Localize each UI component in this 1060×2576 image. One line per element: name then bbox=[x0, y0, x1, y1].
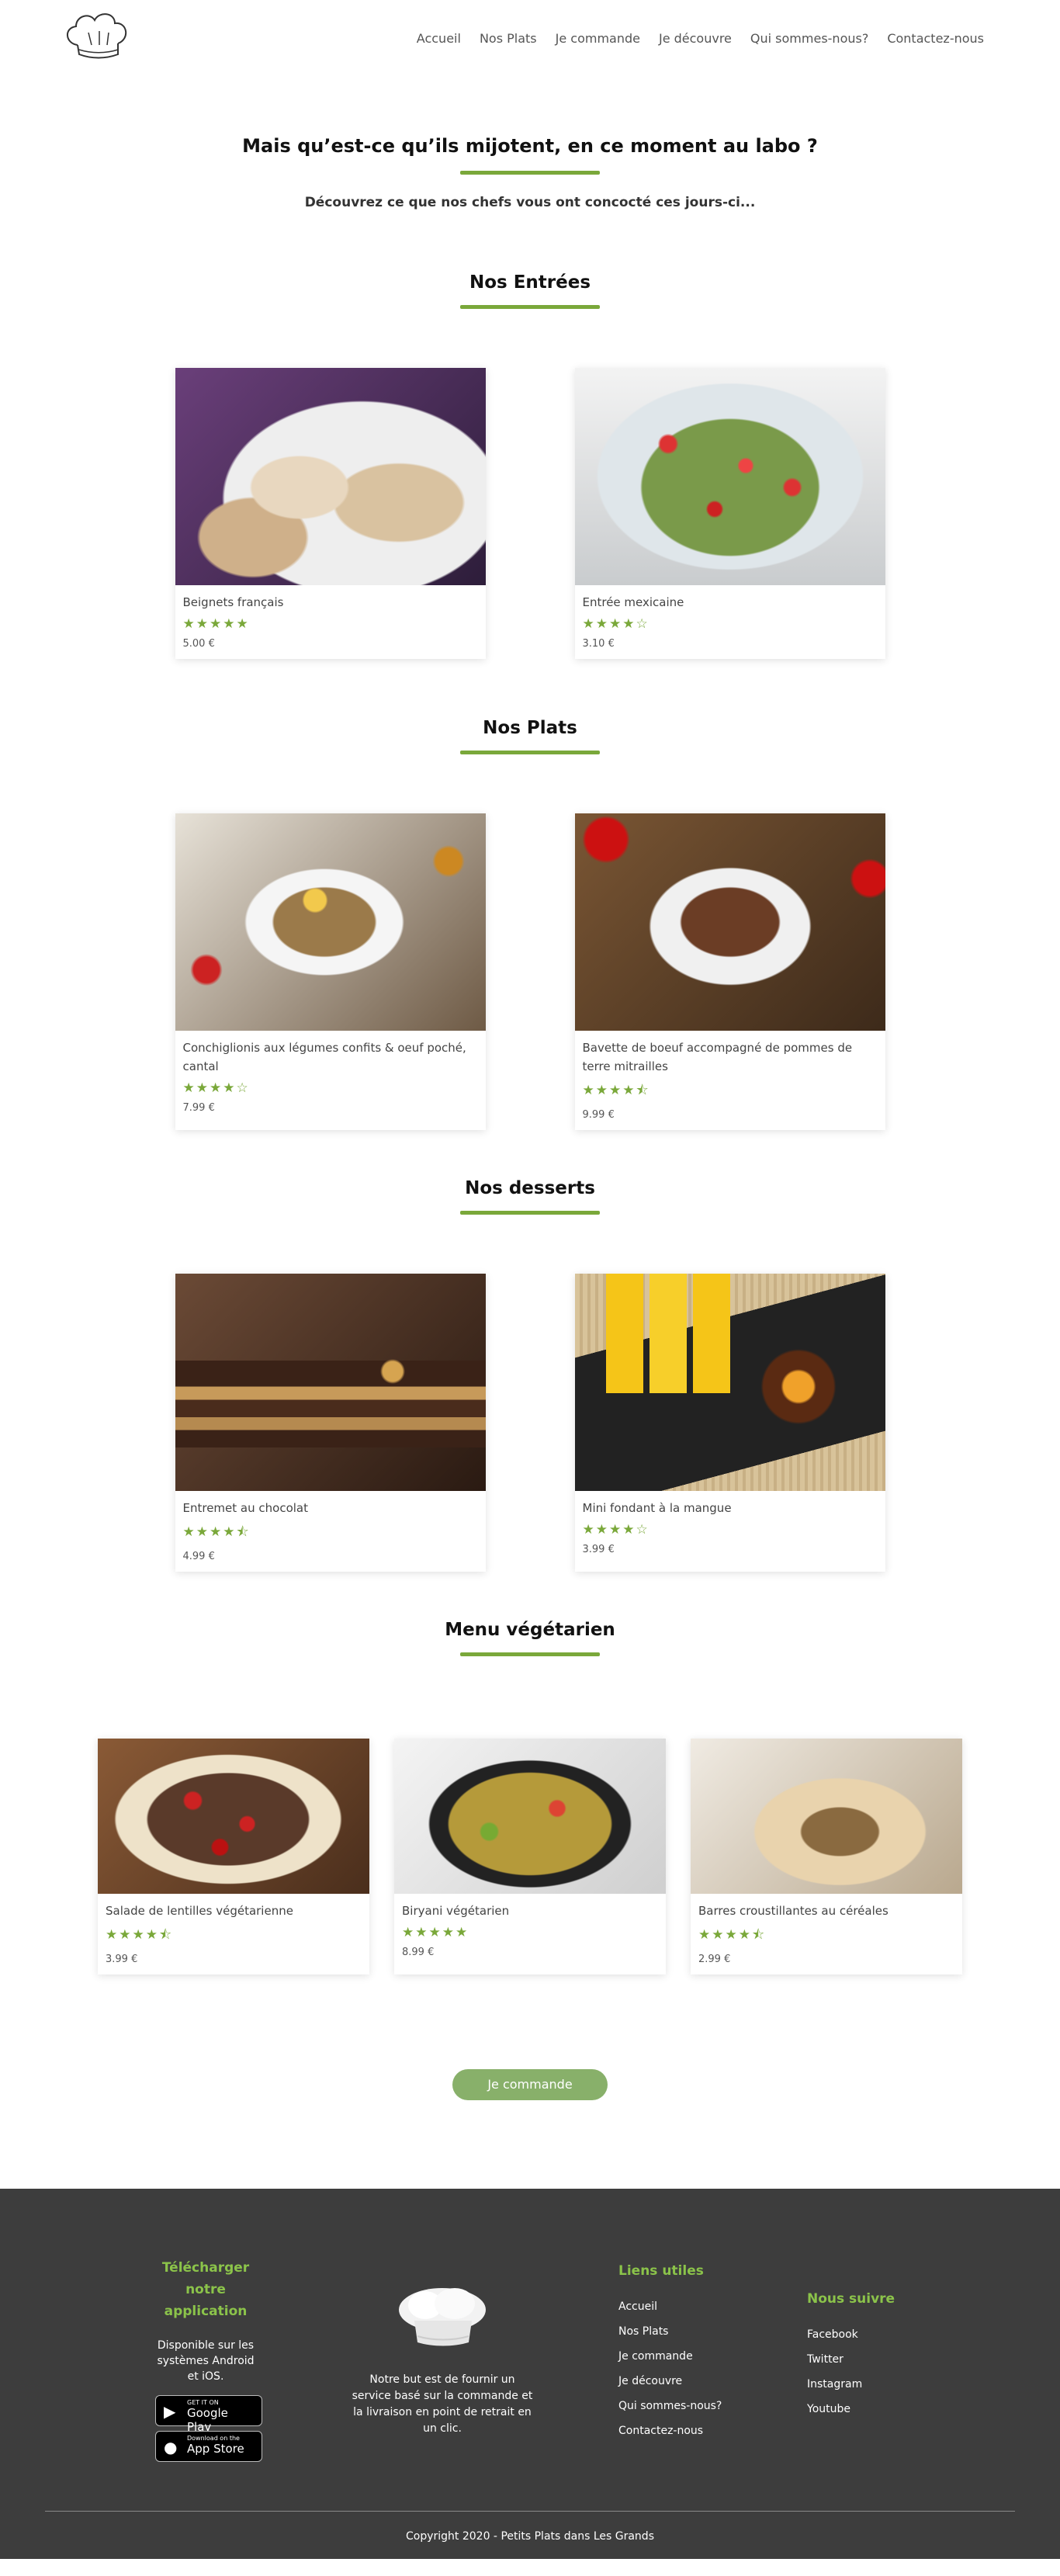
google-play-button[interactable]: ▶ GET IT ON Google Play bbox=[155, 2395, 262, 2434]
star-rating: ★★★★⯪ bbox=[106, 1927, 174, 1943]
youtube-link[interactable]: Youtube bbox=[807, 2403, 895, 2415]
dish-card[interactable]: Barres croustillantes au céréales ★★★★⯪ … bbox=[691, 1739, 962, 1974]
dish-price: 3.99 € bbox=[582, 1544, 615, 1555]
dish-name: Bavette de boeuf accompagné de pommes de… bbox=[582, 1041, 853, 1073]
site-footer: Télécharger notre application Disponible… bbox=[0, 2189, 1060, 2559]
footer-app-column: Télécharger notre application Disponible… bbox=[155, 2257, 262, 2462]
nav-qui-sommes-nous[interactable]: Qui sommes-nous? bbox=[750, 31, 868, 46]
dish-price: 7.99 € bbox=[182, 1102, 215, 1114]
footer-follow-column: Nous suivre Facebook Twitter Instagram Y… bbox=[807, 2291, 895, 2428]
dish-card[interactable]: Beignets français ★★★★★ 5.00 € bbox=[175, 368, 486, 659]
dish-name: Mini fondant à la mangue bbox=[582, 1501, 732, 1515]
dish-card[interactable]: Mini fondant à la mangue ★★★★☆ 3.99 € bbox=[574, 1274, 885, 1572]
dish-card[interactable]: Conchiglionis aux légumes confits & oeuf… bbox=[175, 813, 486, 1130]
dish-price: 4.99 € bbox=[182, 1551, 215, 1562]
dish-name: Biryani végétarien bbox=[402, 1904, 510, 1918]
play-icon: ▶ bbox=[164, 2402, 176, 2421]
section-title: Nos Entrées bbox=[469, 272, 591, 293]
footer-links-column: Liens utiles Accueil Nos Plats Je comman… bbox=[618, 2263, 722, 2449]
chef-hat-icon bbox=[399, 2288, 486, 2346]
dish-price: 2.99 € bbox=[698, 1954, 731, 1965]
footer-link-je-commande[interactable]: Je commande bbox=[618, 2350, 722, 2363]
dish-name: Entremet au chocolat bbox=[182, 1501, 308, 1515]
dish-name: Beignets français bbox=[182, 595, 284, 609]
dish-image bbox=[175, 1274, 486, 1491]
star-rating: ★★★★⯪ bbox=[182, 1524, 251, 1540]
copyright: Copyright 2020 - Petits Plats dans Les G… bbox=[406, 2530, 654, 2543]
je-commande-button[interactable]: Je commande bbox=[452, 2069, 608, 2100]
dish-card[interactable]: Bavette de boeuf accompagné de pommes de… bbox=[574, 813, 885, 1130]
main-nav: Accueil Nos Plats Je commande Je découvr… bbox=[417, 31, 984, 46]
dish-image bbox=[175, 368, 486, 585]
section-title: Nos Plats bbox=[483, 718, 577, 738]
dish-image bbox=[691, 1739, 962, 1894]
star-rating: ★★★★★ bbox=[182, 616, 250, 632]
section-title: Menu végétarien bbox=[445, 1620, 615, 1640]
dish-card[interactable]: Entrée mexicaine ★★★★☆ 3.10 € bbox=[574, 368, 885, 659]
nav-je-commande[interactable]: Je commande bbox=[556, 31, 640, 46]
star-rating: ★★★★⯪ bbox=[698, 1927, 767, 1943]
star-rating: ★★★★★ bbox=[402, 1925, 469, 1940]
section-entrees: Nos Entrées Beignets français ★★★★★ 5.00… bbox=[0, 272, 1060, 659]
mission-text: Notre but est de fournir un service basé… bbox=[352, 2373, 533, 2435]
dish-image bbox=[175, 813, 486, 1031]
star-rating: ★★★★⯪ bbox=[582, 1083, 650, 1098]
instagram-link[interactable]: Instagram bbox=[807, 2378, 895, 2391]
nav-nos-plats[interactable]: Nos Plats bbox=[480, 31, 537, 46]
dish-price: 9.99 € bbox=[582, 1109, 615, 1121]
dish-image bbox=[98, 1739, 369, 1894]
section-underline bbox=[460, 751, 600, 754]
star-rating: ★★★★☆ bbox=[182, 1080, 250, 1096]
dish-price: 5.00 € bbox=[182, 638, 215, 650]
footer-link-accueil[interactable]: Accueil bbox=[618, 2300, 722, 2313]
dish-name: Barres croustillantes au céréales bbox=[698, 1904, 889, 1918]
nav-je-decouvre[interactable]: Je découvre bbox=[659, 31, 732, 46]
dish-card[interactable]: Salade de lentilles végétarienne ★★★★⯪ 3… bbox=[98, 1739, 369, 1974]
dish-name: Conchiglionis aux légumes confits & oeuf… bbox=[182, 1041, 466, 1073]
links-heading: Liens utiles bbox=[618, 2263, 704, 2279]
dish-image bbox=[574, 368, 885, 585]
dish-price: 8.99 € bbox=[402, 1947, 435, 1958]
dish-price: 3.99 € bbox=[106, 1954, 138, 1965]
facebook-link[interactable]: Facebook bbox=[807, 2328, 895, 2341]
dish-name: Entrée mexicaine bbox=[582, 595, 684, 609]
footer-link-qui-sommes-nous[interactable]: Qui sommes-nous? bbox=[618, 2400, 722, 2412]
nav-accueil[interactable]: Accueil bbox=[417, 31, 461, 46]
star-rating: ★★★★☆ bbox=[582, 1522, 650, 1538]
footer-link-je-decouvre[interactable]: Je découvre bbox=[618, 2375, 722, 2387]
footer-mission: Notre but est de fournir un service basé… bbox=[349, 2282, 535, 2437]
dish-image bbox=[394, 1739, 666, 1894]
page-subtitle: Découvrez ce que nos chefs vous ont conc… bbox=[304, 195, 756, 210]
apple-icon: ● bbox=[164, 2438, 178, 2456]
app-text: Disponible sur les systèmes Android et i… bbox=[157, 2339, 255, 2383]
section-plats: Nos Plats Conchiglionis aux légumes conf… bbox=[0, 718, 1060, 1130]
star-rating: ★★★★☆ bbox=[582, 616, 650, 632]
follow-heading: Nous suivre bbox=[807, 2291, 895, 2307]
footer-divider bbox=[45, 2511, 1015, 2512]
section-underline bbox=[460, 305, 600, 309]
intro: Mais qu’est-ce qu’ils mijotent, en ce mo… bbox=[0, 78, 1060, 210]
section-underline bbox=[460, 1652, 600, 1656]
dish-price: 3.10 € bbox=[582, 638, 615, 650]
page-title: Mais qu’est-ce qu’ils mijotent, en ce mo… bbox=[242, 135, 818, 157]
twitter-link[interactable]: Twitter bbox=[807, 2353, 895, 2366]
section-title: Nos desserts bbox=[465, 1178, 595, 1198]
dish-card[interactable]: Entremet au chocolat ★★★★⯪ 4.99 € bbox=[175, 1274, 486, 1572]
app-heading: Télécharger notre application bbox=[161, 2260, 250, 2319]
dish-image bbox=[574, 1274, 885, 1491]
footer-link-nos-plats[interactable]: Nos Plats bbox=[618, 2325, 722, 2338]
section-vegetarien: Menu végétarien Salade de lentilles végé… bbox=[0, 1620, 1060, 1974]
section-desserts: Nos desserts Entremet au chocolat ★★★★⯪ … bbox=[0, 1178, 1060, 1572]
footer-link-contactez-nous[interactable]: Contactez-nous bbox=[618, 2425, 722, 2437]
dish-name: Salade de lentilles végétarienne bbox=[106, 1904, 293, 1918]
app-store-button[interactable]: ● Download on the App Store bbox=[155, 2431, 262, 2462]
nav-contactez-nous[interactable]: Contactez-nous bbox=[887, 31, 984, 46]
title-underline bbox=[460, 171, 600, 175]
section-underline bbox=[460, 1211, 600, 1215]
chef-hat-logo[interactable] bbox=[61, 9, 133, 65]
dish-card[interactable]: Biryani végétarien ★★★★★ 8.99 € bbox=[394, 1739, 666, 1974]
cta-area: Je commande bbox=[0, 2069, 1060, 2100]
dish-image bbox=[574, 813, 885, 1031]
site-header: Accueil Nos Plats Je commande Je découvr… bbox=[0, 0, 1060, 78]
